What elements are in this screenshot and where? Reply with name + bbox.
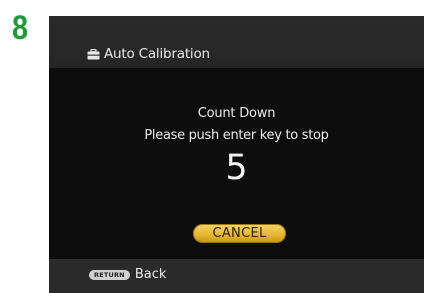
- footer-bar: RETURN Back: [49, 259, 424, 293]
- back-label: Back: [134, 267, 167, 282]
- countdown-heading: Count Down: [197, 106, 276, 121]
- header-title-group: Auto Calibration: [87, 46, 210, 62]
- countdown-value: 5: [225, 148, 248, 188]
- step-number: 8: [12, 9, 29, 47]
- countdown-panel: Count Down Please push enter key to stop…: [49, 68, 424, 259]
- return-key-badge: RETURN: [89, 270, 130, 280]
- tv-screen: Auto Calibration Count Down Please push …: [49, 16, 424, 293]
- window-title: Auto Calibration: [104, 46, 210, 62]
- back-button[interactable]: RETURN Back: [89, 267, 166, 283]
- countdown-instruction: Please push enter key to stop: [144, 128, 329, 143]
- cancel-button[interactable]: CANCEL: [193, 224, 286, 243]
- screen-header: Auto Calibration: [49, 16, 424, 68]
- toolbox-icon: [87, 48, 100, 59]
